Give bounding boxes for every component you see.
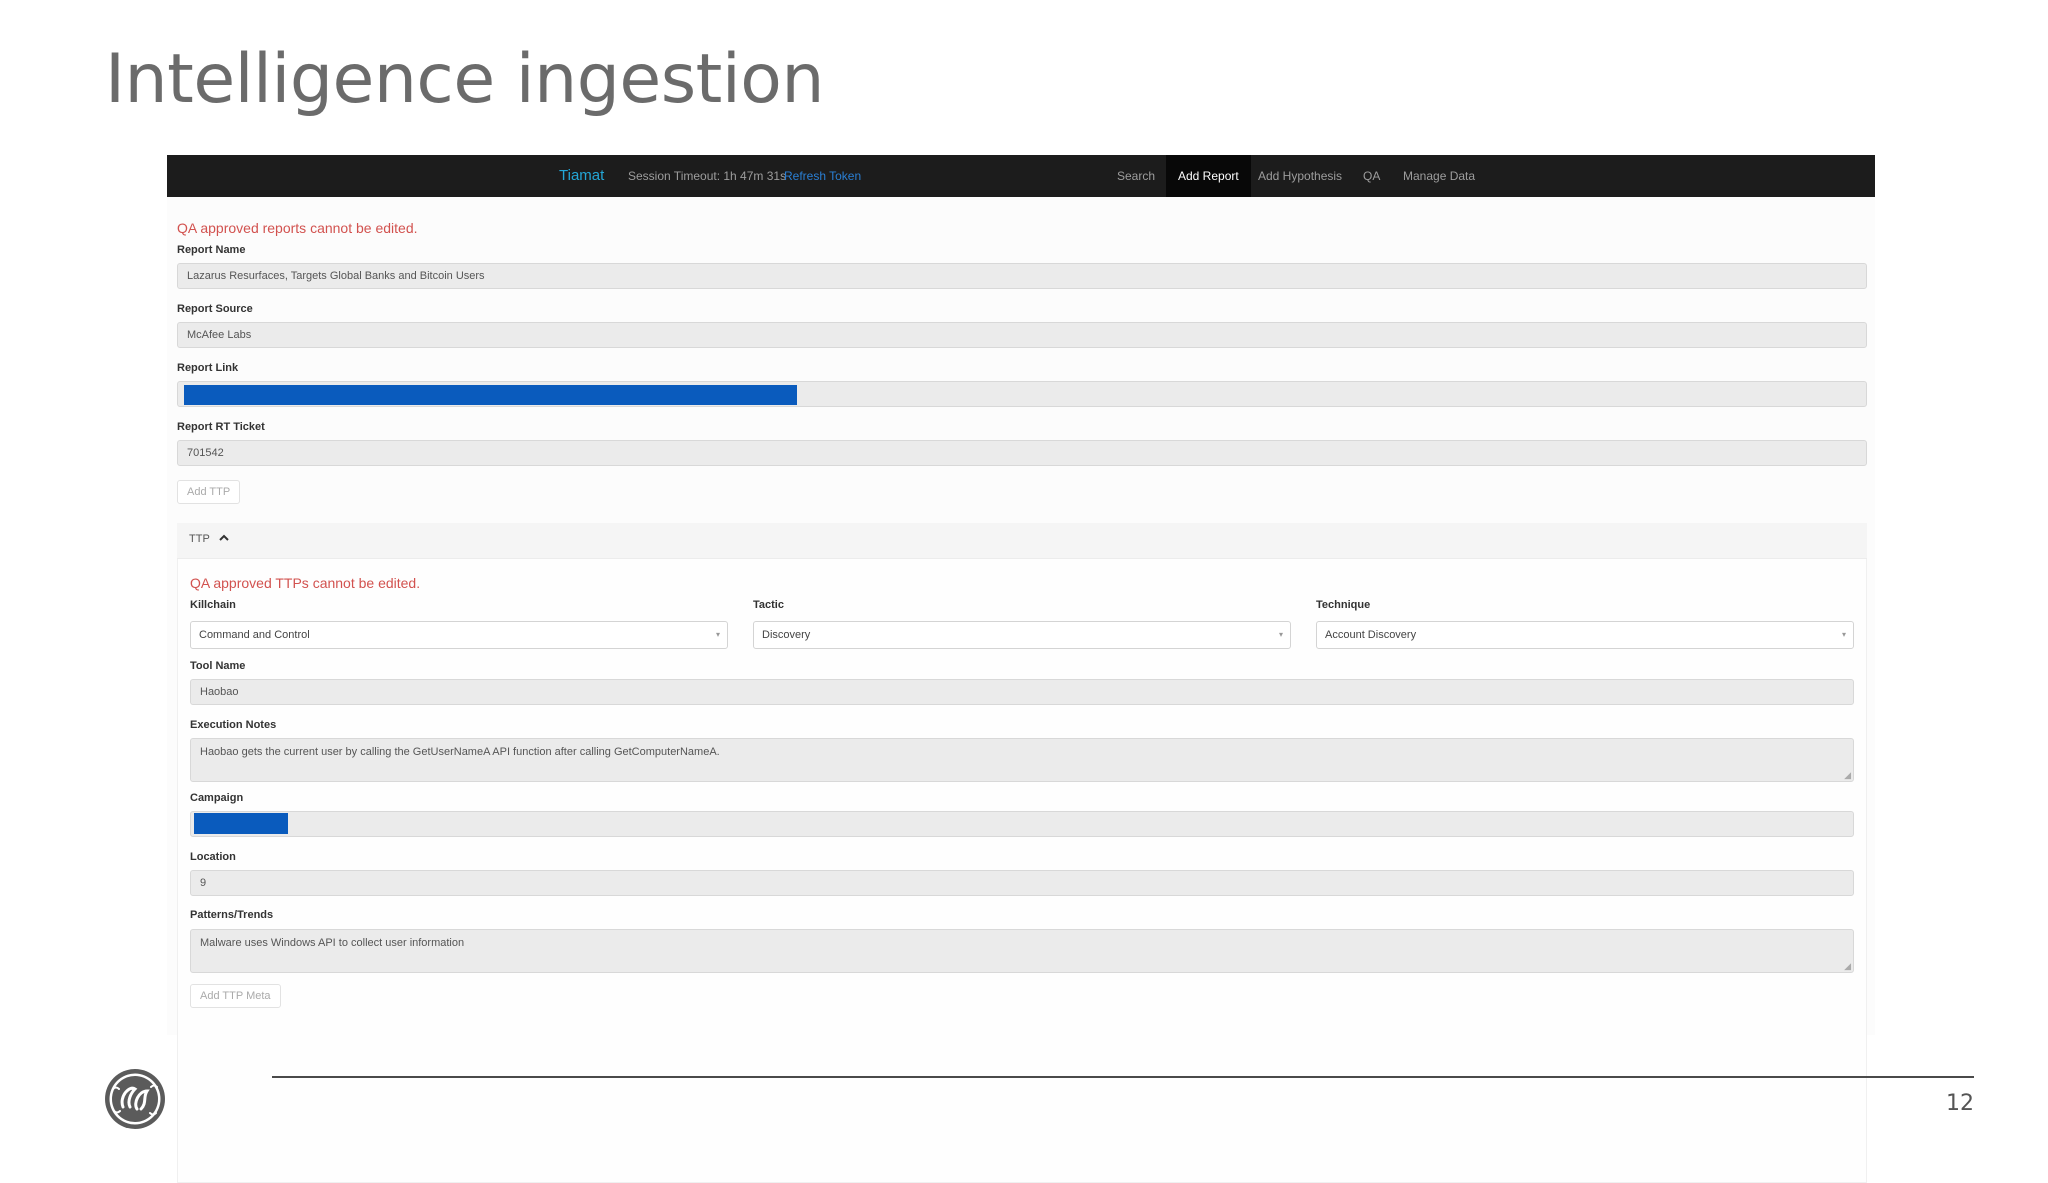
execution-notes-text: Haobao gets the current user by calling … <box>200 746 720 758</box>
resize-handle-icon[interactable]: ◢ <box>1844 962 1851 971</box>
nav-search[interactable]: Search <box>1117 155 1155 197</box>
location-label: Location <box>190 851 236 863</box>
report-qa-warning: QA approved reports cannot be edited. <box>177 220 418 236</box>
tactic-label: Tactic <box>753 599 784 611</box>
patterns-trends-text: Malware uses Windows API to collect user… <box>200 937 465 949</box>
chevron-down-icon: ▾ <box>715 630 720 639</box>
slide-title: Intelligence ingestion <box>105 40 824 119</box>
report-source-field[interactable]: McAfee Labs <box>177 322 1867 348</box>
patterns-trends-textarea[interactable]: Malware uses Windows API to collect user… <box>190 929 1854 973</box>
campaign-field[interactable] <box>190 811 1854 837</box>
footer-divider <box>272 1076 1974 1078</box>
tactic-select[interactable]: Discovery ▾ <box>753 621 1291 649</box>
resize-handle-icon[interactable]: ◢ <box>1844 771 1851 780</box>
ttp-panel-header[interactable]: TTP <box>177 523 1867 559</box>
report-name-field[interactable]: Lazarus Resurfaces, Targets Global Banks… <box>177 263 1867 289</box>
report-link-redaction <box>184 385 797 405</box>
nav-add-hypothesis[interactable]: Add Hypothesis <box>1258 155 1342 197</box>
tool-name-field[interactable]: Haobao <box>190 679 1854 705</box>
nav-manage-data[interactable]: Manage Data <box>1403 155 1475 197</box>
report-name-label: Report Name <box>177 244 246 256</box>
page-number: 12 <box>1946 1091 1974 1116</box>
execution-notes-label: Execution Notes <box>190 719 277 731</box>
location-field[interactable]: 9 <box>190 870 1854 896</box>
nav-add-report[interactable]: Add Report <box>1166 155 1251 197</box>
campaign-redaction <box>194 813 288 834</box>
ttp-panel-title: TTP <box>189 533 210 545</box>
chevron-down-icon: ▾ <box>1278 630 1283 639</box>
report-ticket-label: Report RT Ticket <box>177 421 265 433</box>
technique-value: Account Discovery <box>1325 629 1417 641</box>
tool-name-label: Tool Name <box>190 660 246 672</box>
app-brand[interactable]: Tiamat <box>559 155 604 197</box>
top-navbar: Tiamat Session Timeout: 1h 47m 31s Refre… <box>167 155 1875 197</box>
execution-notes-textarea[interactable]: Haobao gets the current user by calling … <box>190 738 1854 782</box>
ttp-qa-warning: QA approved TTPs cannot be edited. <box>190 575 421 591</box>
nav-qa[interactable]: QA <box>1363 155 1380 197</box>
add-ttp-button[interactable]: Add TTP <box>177 480 241 504</box>
session-timeout: Session Timeout: 1h 47m 31s <box>628 169 787 183</box>
ge-logo <box>105 1069 165 1129</box>
killchain-value: Command and Control <box>199 629 310 641</box>
app-screenshot: Tiamat Session Timeout: 1h 47m 31s Refre… <box>167 155 1875 1183</box>
technique-label: Technique <box>1316 599 1371 611</box>
technique-select[interactable]: Account Discovery ▾ <box>1316 621 1854 649</box>
report-link-label: Report Link <box>177 362 239 374</box>
chevron-up-icon[interactable] <box>219 533 229 543</box>
report-ticket-field[interactable]: 701542 <box>177 440 1867 466</box>
tactic-value: Discovery <box>762 629 811 641</box>
add-ttp-meta-button[interactable]: Add TTP Meta <box>190 984 281 1008</box>
chevron-down-icon: ▾ <box>1841 630 1846 639</box>
killchain-label: Killchain <box>190 599 236 611</box>
report-source-label: Report Source <box>177 303 253 315</box>
killchain-select[interactable]: Command and Control ▾ <box>190 621 728 649</box>
patterns-trends-label: Patterns/Trends <box>190 909 274 921</box>
refresh-token-link[interactable]: Refresh Token <box>784 155 861 197</box>
campaign-label: Campaign <box>190 792 244 804</box>
